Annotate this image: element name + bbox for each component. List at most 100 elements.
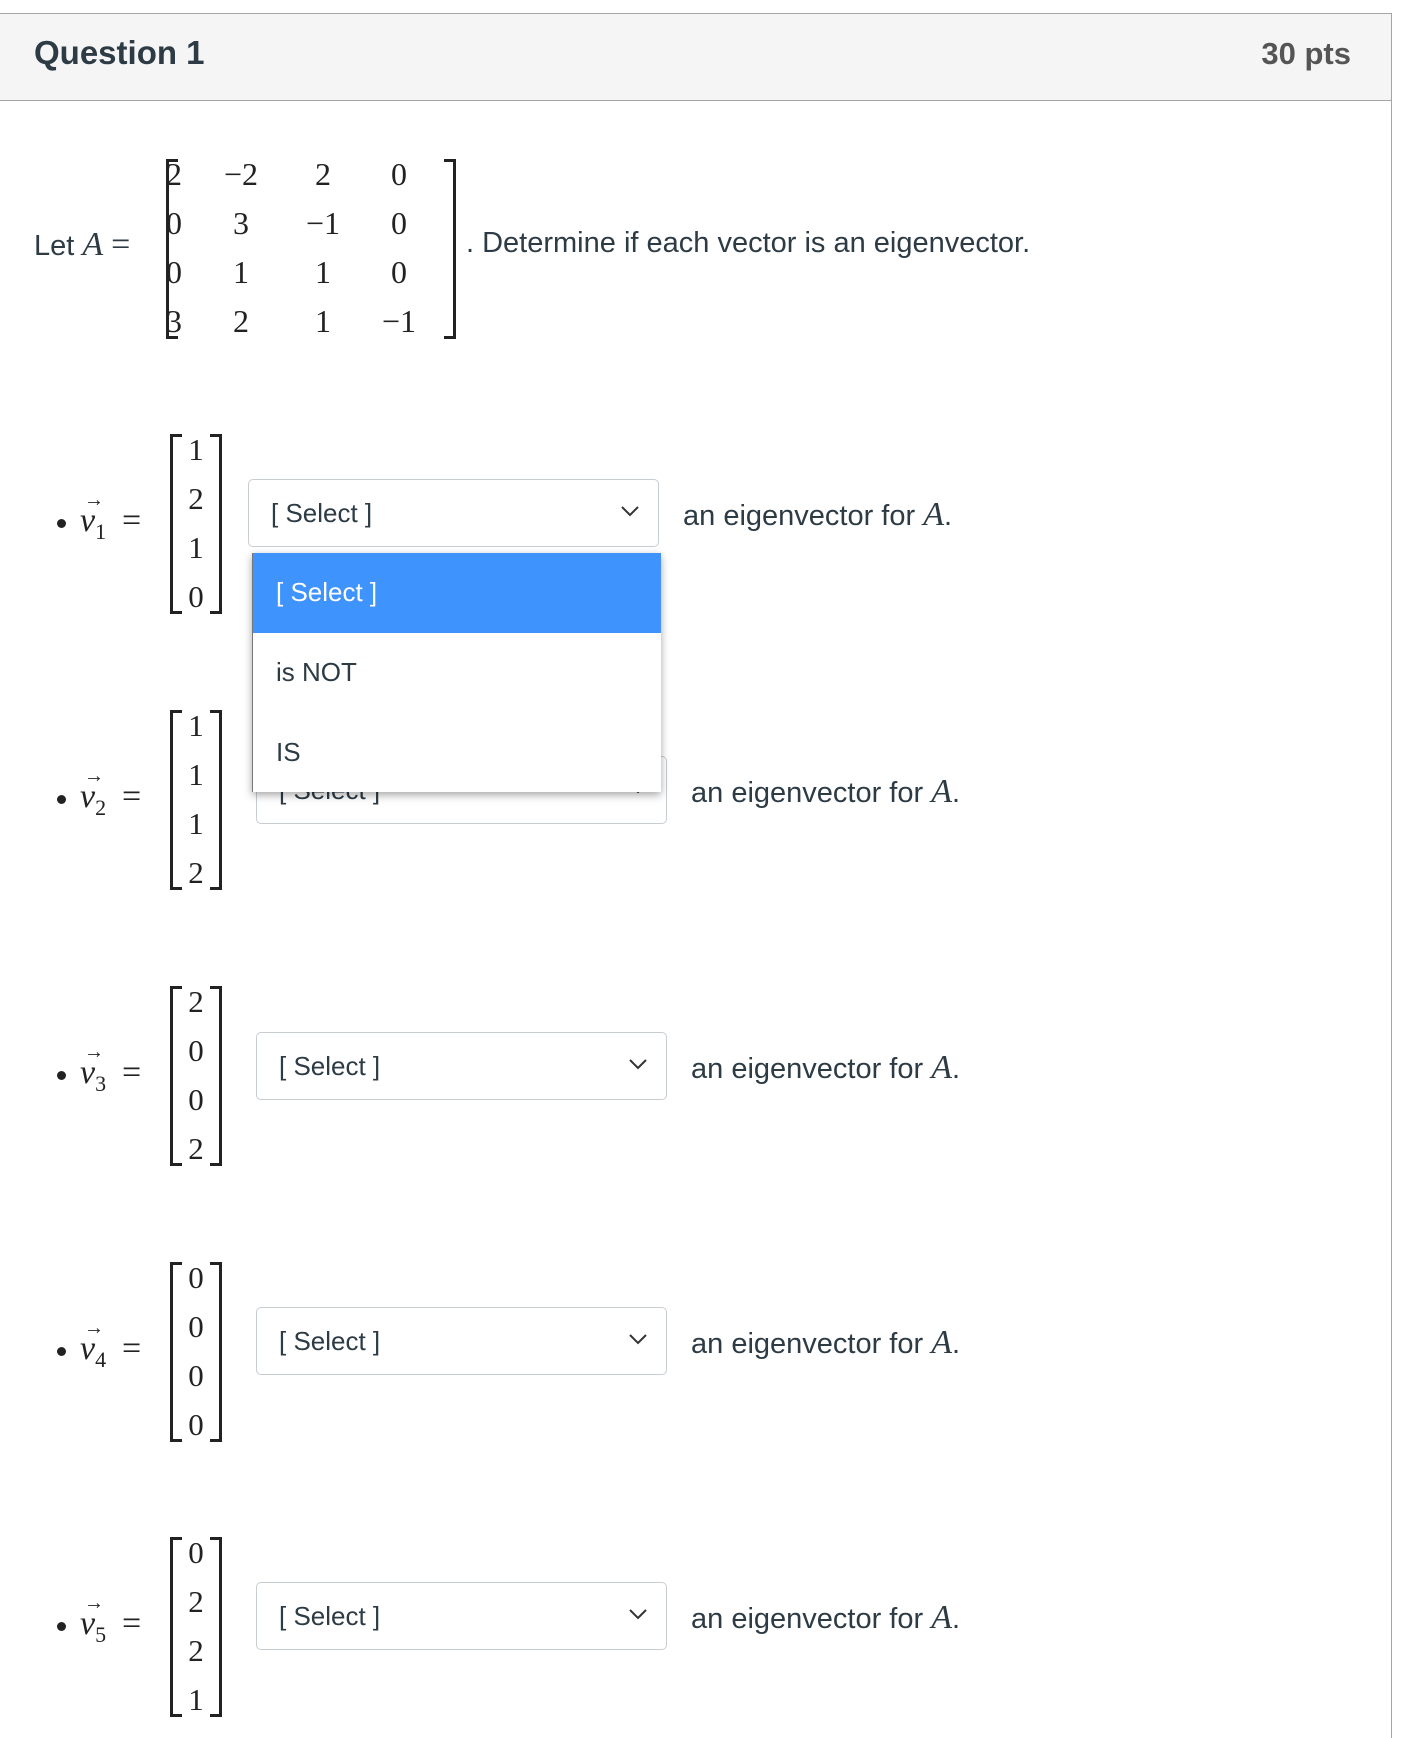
vector-subscript: 3 bbox=[95, 1070, 107, 1096]
matrix-cell: −1 bbox=[381, 303, 417, 339]
instruction-text: . Determine if each vector is an eigenve… bbox=[466, 227, 1031, 259]
matrix-right-bracket bbox=[444, 159, 456, 339]
eigenvector-suffix: an eigenvector for A. bbox=[691, 1599, 960, 1637]
suffix-period: . bbox=[944, 500, 953, 532]
matrix-symbol: A bbox=[82, 226, 104, 263]
equals-sign: = bbox=[122, 778, 142, 815]
vector-entry: 2 bbox=[188, 855, 204, 890]
suffix-symbol: A bbox=[931, 773, 952, 810]
vector-entry: 0 bbox=[188, 1309, 204, 1344]
suffix-symbol: A bbox=[931, 1324, 952, 1361]
suffix-text: an eigenvector for bbox=[691, 777, 924, 809]
vector-entry: 2 bbox=[188, 481, 204, 516]
vector-entry: 2 bbox=[188, 1131, 204, 1166]
eigenvector-select-3[interactable]: [ Select ] bbox=[256, 1032, 667, 1100]
chevron-down-icon bbox=[629, 1059, 647, 1070]
select-value: [ Select ] bbox=[279, 1601, 381, 1631]
matrix-cell: 1 bbox=[315, 254, 331, 290]
matrix-cell: 3 bbox=[233, 205, 249, 241]
select-value: [ Select ] bbox=[279, 1051, 381, 1081]
vector-label: → v2 bbox=[80, 765, 106, 821]
vector-subscript: 4 bbox=[95, 1346, 107, 1372]
suffix-symbol: A bbox=[923, 496, 944, 533]
select-value: [ Select ] bbox=[279, 1326, 381, 1356]
suffix-period: . bbox=[952, 1603, 961, 1635]
question-points: 30 pts bbox=[1261, 36, 1351, 71]
chevron-down-icon bbox=[621, 506, 639, 517]
matrix-cell: 0 bbox=[166, 205, 182, 241]
suffix-text: an eigenvector for bbox=[683, 500, 916, 532]
vector-subscript: 1 bbox=[95, 518, 107, 544]
vector-arrow-icon: → bbox=[84, 765, 104, 787]
matrix-cell: 0 bbox=[391, 205, 407, 241]
matrix-cell: −1 bbox=[305, 205, 341, 241]
bullet-icon bbox=[57, 1347, 66, 1356]
option-select-placeholder[interactable]: [ Select ] bbox=[253, 553, 661, 633]
question-header: Question 1 30 pts bbox=[0, 14, 1391, 101]
let-text: Let bbox=[34, 230, 75, 262]
bullet-icon bbox=[57, 519, 66, 528]
vector-entry: 1 bbox=[188, 1682, 204, 1717]
matrix-cell: 1 bbox=[315, 303, 331, 339]
eigenvector-select-4[interactable]: [ Select ] bbox=[256, 1307, 667, 1375]
vector-entry: 1 bbox=[188, 708, 204, 743]
bullet-icon bbox=[57, 1071, 66, 1080]
vector-entry: 0 bbox=[188, 579, 204, 614]
suffix-period: . bbox=[952, 1328, 961, 1360]
chevron-down-icon bbox=[629, 1334, 647, 1345]
vector-entry: 1 bbox=[188, 757, 204, 792]
matrix-cell: 3 bbox=[166, 303, 182, 339]
option-is[interactable]: IS bbox=[253, 713, 661, 793]
vector-label: → v5 bbox=[80, 1592, 107, 1648]
eigenvector-suffix: an eigenvector for A. bbox=[683, 496, 952, 534]
bullet-icon bbox=[57, 795, 66, 804]
equals-sign: = bbox=[122, 502, 142, 539]
question-title: Question 1 bbox=[34, 34, 205, 71]
vector-entry: 0 bbox=[188, 1535, 204, 1570]
vector-entry: 2 bbox=[188, 1633, 204, 1668]
vector-arrow-icon: → bbox=[84, 1317, 104, 1339]
bullet-icon bbox=[57, 1622, 66, 1631]
suffix-period: . bbox=[952, 777, 961, 809]
vector-arrow-icon: → bbox=[84, 1592, 104, 1614]
vector-subscript: 5 bbox=[95, 1621, 107, 1647]
matrix-cell: 0 bbox=[391, 254, 407, 290]
vector-entry: 0 bbox=[188, 1407, 204, 1442]
vector-entry: 2 bbox=[188, 984, 204, 1019]
suffix-period: . bbox=[952, 1053, 961, 1085]
option-label: is NOT bbox=[276, 657, 357, 687]
equals-sign: = bbox=[122, 1054, 142, 1091]
eigenvector-suffix: an eigenvector for A. bbox=[691, 1049, 960, 1087]
chevron-down-icon bbox=[629, 1609, 647, 1620]
vector-arrow-icon: → bbox=[84, 1041, 104, 1063]
select-value: [ Select ] bbox=[271, 498, 373, 528]
vector-label: → v4 bbox=[80, 1317, 107, 1373]
vector-entry: 0 bbox=[188, 1033, 204, 1068]
vector-entry: 1 bbox=[188, 530, 204, 565]
suffix-text: an eigenvector for bbox=[691, 1603, 924, 1635]
matrix-cell: 1 bbox=[233, 254, 249, 290]
eigenvector-select-5[interactable]: [ Select ] bbox=[256, 1582, 667, 1650]
option-label: IS bbox=[276, 737, 301, 767]
vector-entry: 1 bbox=[188, 432, 204, 467]
equals-sign: = bbox=[111, 226, 131, 263]
vector-entry: 0 bbox=[188, 1082, 204, 1117]
vector-entry: 0 bbox=[188, 1358, 204, 1393]
select-options-list: [ Select ] is NOT IS bbox=[252, 553, 661, 792]
equals-sign: = bbox=[122, 1605, 142, 1642]
suffix-text: an eigenvector for bbox=[691, 1328, 924, 1360]
eigenvector-select-1[interactable]: [ Select ] bbox=[248, 479, 659, 547]
eigenvector-suffix: an eigenvector for A. bbox=[691, 1324, 960, 1362]
vector-entry: 0 bbox=[188, 1260, 204, 1295]
suffix-text: an eigenvector for bbox=[691, 1053, 924, 1085]
matrix-cell: 2 bbox=[166, 156, 182, 192]
vector-label: → v3 bbox=[80, 1041, 107, 1097]
vector-label: → v1 bbox=[80, 489, 107, 545]
matrix-cell: 2 bbox=[315, 156, 331, 192]
vector-entry: 1 bbox=[188, 806, 204, 841]
let-label: Let A = bbox=[34, 226, 130, 264]
matrix-cell: −2 bbox=[223, 156, 259, 192]
matrix-cell: 0 bbox=[166, 254, 182, 290]
matrix-cell: 0 bbox=[391, 156, 407, 192]
option-is-not[interactable]: is NOT bbox=[253, 633, 661, 713]
